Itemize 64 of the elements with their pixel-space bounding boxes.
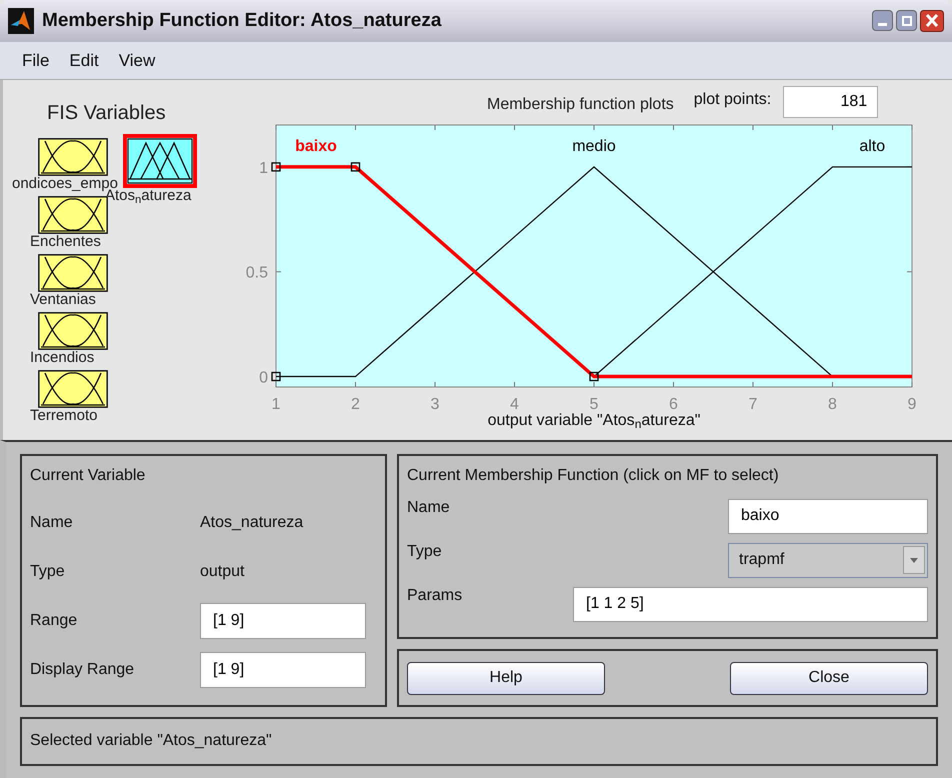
field-label: Name — [407, 498, 450, 518]
dialog-button[interactable]: Help — [407, 662, 605, 694]
input-field[interactable]: [1 9] — [200, 602, 366, 638]
x-tick-label: 4 — [510, 396, 519, 413]
y-tick-label: 0.5 — [246, 264, 268, 282]
menu-item[interactable]: View — [118, 48, 156, 74]
input-variable-icon[interactable] — [38, 254, 108, 292]
field-label: Display Range — [30, 660, 136, 680]
menu-item[interactable]: File — [22, 48, 50, 74]
close-icon[interactable] — [920, 10, 944, 32]
x-tick-label: 2 — [351, 396, 360, 413]
x-tick-label: 6 — [669, 396, 678, 413]
curve-label: alto — [859, 138, 886, 155]
axis-label: output variable "Atos$_{n}$atureza" — [488, 412, 700, 430]
curve-label: medio — [572, 138, 616, 155]
minimize-button[interactable] — [872, 10, 893, 31]
maximize-button[interactable] — [896, 10, 917, 31]
panel-title: Current Membership Function (click on MF to select) — [407, 466, 779, 486]
x-tick-label: 9 — [908, 396, 916, 413]
x-tick-label: 1 — [272, 396, 280, 413]
app-logo-icon — [8, 8, 34, 34]
input-variable-icon[interactable] — [38, 138, 108, 176]
field-label: Params — [407, 586, 462, 606]
input-variable-icon[interactable] — [38, 370, 108, 408]
dialog-button[interactable]: Close — [730, 662, 928, 694]
type-dropdown[interactable]: trapmf — [728, 542, 928, 578]
field-value: Atos_natureza — [200, 512, 304, 532]
field-label: Name — [30, 512, 74, 532]
window-title: Membership Function Editor: Atos_natureza — [42, 8, 442, 33]
curve-label: baixo — [295, 138, 337, 155]
input-field[interactable]: baixo — [728, 498, 928, 534]
output-variable-icon[interactable] — [123, 134, 197, 188]
variable-label: Enchentes — [30, 234, 102, 250]
vertex-handle[interactable] — [589, 372, 599, 382]
plot-points-label: plot points: — [694, 90, 772, 110]
dropdown-arrow-icon — [910, 558, 918, 562]
panel-title: Current Variable — [30, 466, 146, 486]
y-tick-label: 1 — [259, 160, 268, 177]
field-label: Type — [30, 562, 66, 582]
menu-item[interactable]: Edit — [69, 48, 99, 74]
plot-points-field[interactable]: 181 — [783, 86, 878, 118]
input-variable-icon[interactable] — [38, 196, 108, 234]
status-message: Selected variable "Atos_natureza" — [30, 732, 272, 749]
x-tick-label: 7 — [748, 396, 758, 413]
field-label: Range — [30, 610, 78, 630]
x-tick-label: 3 — [430, 396, 440, 413]
membership-curve[interactable] — [594, 166, 912, 377]
variable-label: Incendios — [30, 350, 96, 366]
vertex-handle[interactable] — [271, 372, 281, 382]
vertex-handle[interactable] — [350, 162, 360, 172]
y-tick-label: 0 — [259, 370, 268, 387]
input-field[interactable]: [1 1 2 5] — [573, 586, 928, 622]
x-tick-label: 8 — [828, 396, 837, 413]
input-variable-icon[interactable] — [38, 312, 108, 350]
variable-label: Ventanias — [30, 292, 97, 308]
variable-label: ondicoes_empo — [12, 176, 118, 192]
plot-title: Membership function plots — [487, 95, 674, 115]
x-tick-label: 5 — [590, 396, 598, 413]
field-label: Type — [407, 542, 442, 562]
variable-label: Terremoto — [30, 408, 99, 424]
field-value: output — [200, 562, 244, 582]
section-title: FIS Variables — [47, 101, 166, 126]
input-field[interactable]: [1 9] — [200, 652, 366, 688]
vertex-handle[interactable] — [271, 162, 281, 172]
